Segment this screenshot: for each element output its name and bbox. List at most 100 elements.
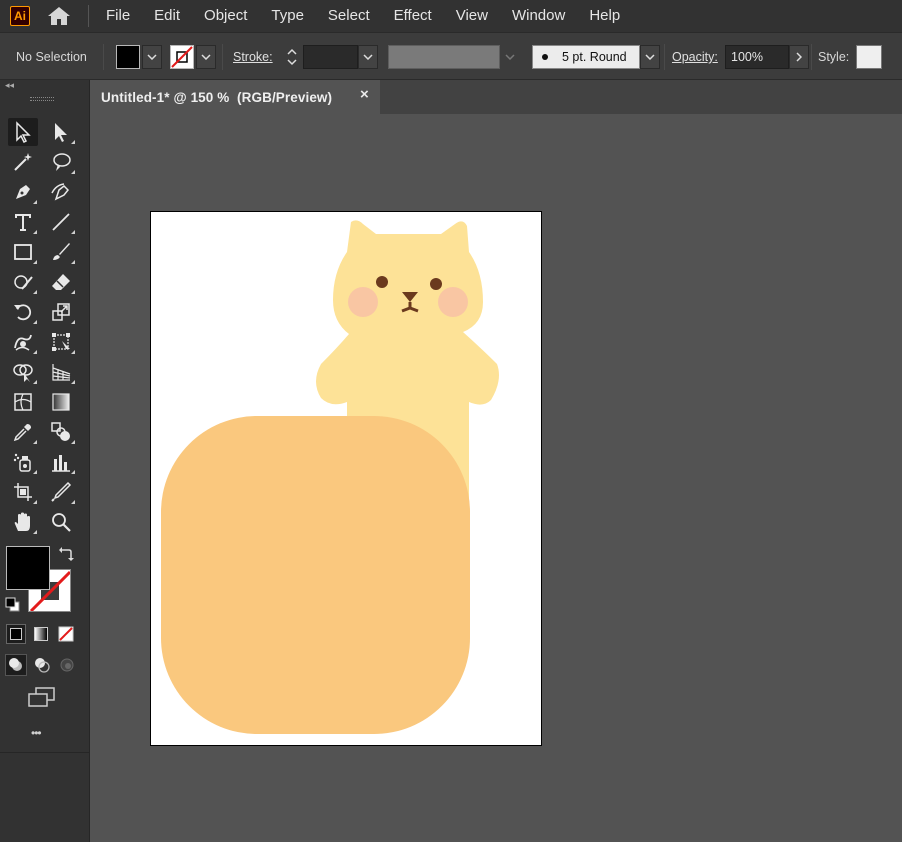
draw-inside-button[interactable] [56,654,78,676]
variable-width-profile-field[interactable] [388,45,500,69]
chevron-right-icon [796,52,802,62]
menu-type[interactable]: Type [260,0,317,32]
gradient-tool[interactable] [46,388,76,416]
none-mode-button[interactable] [56,624,76,644]
artboard-tool[interactable] [8,478,38,506]
home-icon[interactable] [46,5,72,27]
document-tab-title: Untitled-1* @ 150 % (RGB/Preview) [101,89,333,105]
color-mode-button[interactable] [6,624,26,644]
artwork [161,220,499,734]
shaper-tool[interactable] [8,268,38,296]
chevron-down-icon [201,54,211,60]
paintbrush-tool[interactable] [46,238,76,266]
menu-object[interactable]: Object [193,0,260,32]
direct-selection-tool[interactable] [46,118,76,146]
rectangle-tool[interactable] [8,238,38,266]
stroke-dropdown-button[interactable] [196,45,216,69]
stroke-weight-dropdown-button[interactable] [358,45,378,69]
opacity-expand-button[interactable] [789,45,809,69]
scale-tool[interactable] [46,298,76,326]
menu-help[interactable]: Help [578,0,633,32]
toolbar-divider [0,752,90,753]
fill-dropdown-button[interactable] [142,45,162,69]
default-fill-stroke-icon[interactable] [5,597,21,613]
artboard[interactable] [150,211,542,746]
lasso-tool[interactable] [46,148,76,176]
graphic-style-swatch[interactable] [856,45,882,69]
hand-tool[interactable] [8,508,38,536]
illustrator-logo-icon: Ai [10,6,30,26]
brush-definition-field[interactable]: 5 pt. Round [532,45,640,69]
scale-tool-icon [52,303,70,321]
type-tool[interactable] [8,208,38,236]
cat-right-eye [430,278,442,290]
cat-left-eye [376,276,388,288]
rotate-tool[interactable] [8,298,38,326]
no-stroke-icon [171,46,193,68]
opacity-field[interactable]: 100% [725,45,789,69]
stroke-weight-field[interactable] [303,45,358,69]
collapse-panel-icon[interactable]: ◂◂ [5,80,14,91]
stroke-swatch[interactable] [170,45,194,69]
control-separator [222,44,223,70]
screen-mode-icon[interactable] [27,686,57,708]
menu-window[interactable]: Window [501,0,578,32]
mesh-tool[interactable] [8,388,38,416]
control-separator [103,44,104,70]
brush-dropdown-button[interactable] [640,45,660,69]
magic-wand-tool[interactable] [8,148,38,176]
direct-selection-tool-icon [55,123,67,142]
symbol-sprayer-tool[interactable] [8,448,38,476]
stroke-weight-stepper[interactable] [282,45,302,69]
warp-tool[interactable] [8,328,38,356]
perspective-grid-tool[interactable] [46,358,76,386]
profile-dropdown-button[interactable] [500,45,520,69]
menu-select[interactable]: Select [317,0,383,32]
rounded-rectangle [161,416,470,734]
opacity-label[interactable]: Opacity: [672,50,718,64]
brush-dot-icon [542,54,548,60]
menu-file[interactable]: File [95,0,143,32]
lasso-tool-icon [53,153,71,171]
zoom-tool[interactable] [46,508,76,536]
brush-label: 5 pt. Round [562,50,627,64]
curvature-tool[interactable] [46,178,76,206]
column-graph-tool[interactable] [46,448,76,476]
draw-normal-icon [9,658,22,671]
line-segment-tool-icon [52,213,70,231]
symbol-sprayer-tool-icon [13,453,31,472]
draw-behind-button[interactable] [31,654,53,676]
mesh-tool-icon [14,393,32,411]
close-tab-icon[interactable]: × [360,86,369,103]
blend-tool[interactable] [46,418,76,446]
shape-builder-tool[interactable] [8,358,38,386]
menu-edit[interactable]: Edit [143,0,193,32]
eraser-tool[interactable] [46,268,76,296]
more-tools-icon[interactable]: ••• [31,726,42,740]
chevron-down-icon [363,54,373,60]
free-transform-tool[interactable] [46,328,76,356]
swap-fill-stroke-icon[interactable] [58,546,74,562]
pen-tool[interactable] [8,178,38,206]
menu-effect[interactable]: Effect [383,0,445,32]
zoom-tool-icon [52,513,71,532]
fill-color-swatch[interactable] [6,546,50,590]
document-tab-bar: Untitled-1* @ 150 % (RGB/Preview) × [90,80,902,114]
tools-panel: ◂◂ ••• [0,80,90,842]
hand-tool-icon [14,512,30,531]
free-transform-tool-icon [52,333,70,351]
document-tab[interactable]: Untitled-1* @ 150 % (RGB/Preview) × [90,80,380,114]
warp-tool-icon [14,334,32,351]
stroke-label[interactable]: Stroke: [233,50,273,64]
fill-swatch[interactable] [116,45,140,69]
gradient-tool-icon [52,393,70,411]
line-segment-tool[interactable] [46,208,76,236]
eyedropper-tool[interactable] [8,418,38,446]
gradient-mode-button[interactable] [31,624,51,644]
panel-grip[interactable] [30,97,54,101]
menu-view[interactable]: View [445,0,501,32]
selection-tool[interactable] [8,118,38,146]
draw-normal-button[interactable] [5,654,27,676]
slice-tool[interactable] [46,478,76,506]
eyedropper-tool-icon [13,424,31,442]
